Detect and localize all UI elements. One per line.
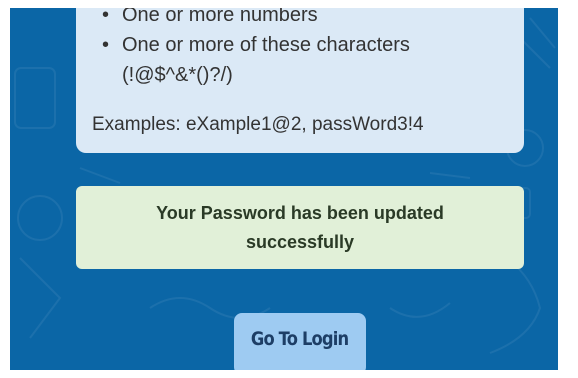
go-to-login-label: Go To Login [251,328,349,350]
rule-text: One or more numbers [122,8,318,26]
password-rules-card: • One or more numbers • One or more of the… [76,8,524,153]
success-alert: Your Password has been updated successfu… [76,186,524,269]
bullet-icon: • [102,8,110,26]
bullet-icon: • [102,34,110,56]
page-background: • One or more numbers • One or more of the… [10,8,558,370]
rule-item-continuation: (!@$^&*()?/) [92,60,512,90]
go-to-login-button[interactable]: Go To Login [234,313,366,370]
rule-text: One or more of these characters [122,34,410,56]
rule-item: • One or more numbers [92,8,512,30]
rule-text: (!@$^&*()?/) [122,64,233,86]
rule-item: • One or more of these characters [92,30,512,60]
success-message: Your Password has been updated successfu… [156,202,444,252]
password-examples: Examples: eXample1@2, passWord3!4 [92,114,424,135]
password-rules-list: • One or more numbers • One or more of the… [92,8,512,90]
